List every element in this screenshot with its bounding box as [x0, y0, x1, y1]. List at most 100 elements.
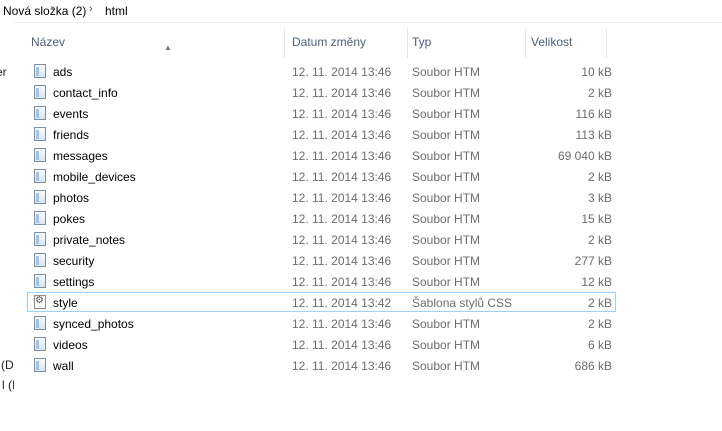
file-name: synced_photos: [53, 317, 134, 331]
htm-file-icon: [34, 211, 46, 225]
file-name: settings: [53, 275, 95, 289]
file-date: 12. 11. 2014 13:46: [292, 107, 392, 121]
file-type: Soubor HTM: [412, 149, 481, 163]
htm-file-icon: [34, 337, 46, 351]
column-divider[interactable]: [525, 28, 526, 58]
file-type: Soubor HTM: [412, 254, 481, 268]
file-row[interactable]: photos 12. 11. 2014 13:46 Soubor HTM 3 kB: [27, 187, 616, 207]
file-name: ads: [53, 65, 73, 79]
file-date: 12. 11. 2014 13:46: [292, 338, 392, 352]
column-header-size-label: Velikost: [531, 35, 573, 49]
file-size: 2 kB: [587, 170, 612, 184]
file-row[interactable]: security 12. 11. 2014 13:46 Soubor HTM 277 …: [27, 250, 616, 270]
file-name: wall: [53, 359, 74, 373]
file-type: Soubor HTM: [412, 128, 481, 142]
file-row[interactable]: mobile_devices 12. 11. 2014 13:46 Soubor H…: [27, 166, 616, 186]
file-name: security: [53, 254, 95, 268]
file-type: Soubor HTM: [412, 170, 481, 184]
navigation-pane: er (D l (I: [0, 22, 14, 431]
file-date: 12. 11. 2014 13:46: [292, 359, 392, 373]
file-type: Soubor HTM: [412, 338, 481, 352]
column-header-row: Název ▲ Datum změny Typ Velikost: [14, 22, 722, 60]
file-row[interactable]: wall 12. 11. 2014 13:46 Soubor HTM 686 kB: [27, 355, 616, 375]
file-type: Soubor HTM: [412, 233, 481, 247]
htm-file-icon: [34, 148, 46, 162]
file-date: 12. 11. 2014 13:46: [292, 86, 392, 100]
file-size: 2 kB: [587, 233, 612, 247]
file-size: 2 kB: [587, 86, 612, 100]
htm-file-icon: [34, 253, 46, 267]
file-type: Soubor HTM: [412, 275, 481, 289]
file-row[interactable]: contact_info 12. 11. 2014 13:46 Soubor HTM…: [27, 82, 616, 102]
file-row[interactable]: videos 12. 11. 2014 13:46 Soubor HTM 6 kB: [27, 334, 616, 354]
column-divider[interactable]: [284, 28, 285, 58]
file-date: 12. 11. 2014 13:46: [292, 65, 392, 79]
file-name: events: [53, 107, 89, 121]
file-name: mobile_devices: [53, 170, 136, 184]
file-name: contact_info: [53, 86, 118, 100]
file-size: 686 kB: [574, 359, 612, 373]
file-row[interactable]: private_notes 12. 11. 2014 13:46 Soubor HT…: [27, 229, 616, 249]
file-name: friends: [53, 128, 90, 142]
file-type: Soubor HTM: [412, 191, 481, 205]
column-header-date[interactable]: Datum změny: [288, 22, 408, 60]
file-name: private_notes: [53, 233, 126, 247]
file-type: Soubor HTM: [412, 107, 481, 121]
file-size: 12 kB: [581, 275, 612, 289]
file-type: Šablona stylů CSS: [412, 296, 513, 310]
file-name: pokes: [53, 212, 86, 226]
file-date: 12. 11. 2014 13:46: [292, 275, 392, 289]
file-row[interactable]: events 12. 11. 2014 13:46 Soubor HTM 116 kB: [27, 103, 616, 123]
file-name: photos: [53, 191, 90, 205]
htm-file-icon: [34, 106, 46, 120]
file-date: 12. 11. 2014 13:46: [292, 191, 392, 205]
column-header-name[interactable]: Název ▲: [27, 22, 285, 60]
file-size: 3 kB: [587, 191, 612, 205]
file-size: 6 kB: [587, 338, 612, 352]
file-type: Soubor HTM: [412, 65, 481, 79]
file-date: 12. 11. 2014 13:46: [292, 128, 392, 142]
file-size: 15 kB: [581, 212, 612, 226]
file-size: 69 040 kB: [557, 149, 612, 163]
file-date: 12. 11. 2014 13:46: [292, 212, 392, 226]
file-name: videos: [53, 338, 88, 352]
column-header-size[interactable]: Velikost: [527, 22, 607, 60]
file-date: 12. 11. 2014 13:46: [292, 170, 392, 184]
breadcrumb-chevron-icon[interactable]: ›: [89, 3, 93, 15]
file-row[interactable]: synced_photos 12. 11. 2014 13:46 Soubor HT…: [27, 313, 616, 333]
file-row[interactable]: messages 12. 11. 2014 13:46 Soubor HTM 69 0…: [27, 145, 616, 165]
file-size: 116 kB: [575, 107, 612, 121]
file-date: 12. 11. 2014 13:42: [292, 296, 392, 310]
file-row[interactable]: friends 12. 11. 2014 13:46 Soubor HTM 113 k…: [27, 124, 616, 144]
file-date: 12. 11. 2014 13:46: [292, 149, 392, 163]
file-size: 2 kB: [587, 296, 612, 310]
breadcrumb-current[interactable]: html: [105, 4, 128, 18]
file-row[interactable]: ads 12. 11. 2014 13:46 Soubor HTM 10 kB: [27, 61, 616, 81]
file-name: messages: [53, 149, 108, 163]
nav-item-fragment[interactable]: (D: [1, 358, 14, 372]
htm-file-icon: [34, 85, 46, 99]
file-row[interactable]: style 12. 11. 2014 13:42 Šablona stylů CSS…: [27, 292, 616, 312]
file-type: Soubor HTM: [412, 212, 481, 226]
breadcrumb: Nová složka (2) › html: [0, 0, 722, 23]
file-type: Soubor HTM: [412, 359, 481, 373]
breadcrumb-folder[interactable]: Nová složka (2): [3, 4, 86, 18]
htm-file-icon: [34, 316, 46, 330]
column-divider[interactable]: [606, 28, 607, 58]
htm-file-icon: [34, 232, 46, 246]
file-row[interactable]: settings 12. 11. 2014 13:46 Soubor HTM 12 k…: [27, 271, 616, 291]
file-row[interactable]: pokes 12. 11. 2014 13:46 Soubor HTM 15 kB: [27, 208, 616, 228]
column-header-type[interactable]: Typ: [408, 22, 526, 60]
htm-file-icon: [34, 127, 46, 141]
file-size: 277 kB: [574, 254, 612, 268]
htm-file-icon: [34, 64, 46, 78]
nav-item-fragment[interactable]: er: [0, 65, 7, 79]
nav-item-fragment[interactable]: l (I: [2, 378, 14, 392]
htm-file-icon: [34, 274, 46, 288]
file-size: 10 kB: [581, 65, 612, 79]
file-size: 113 kB: [575, 128, 612, 142]
file-name: style: [53, 296, 78, 310]
htm-file-icon: [34, 358, 46, 372]
file-date: 12. 11. 2014 13:46: [292, 317, 392, 331]
column-header-date-label: Datum změny: [292, 35, 367, 49]
